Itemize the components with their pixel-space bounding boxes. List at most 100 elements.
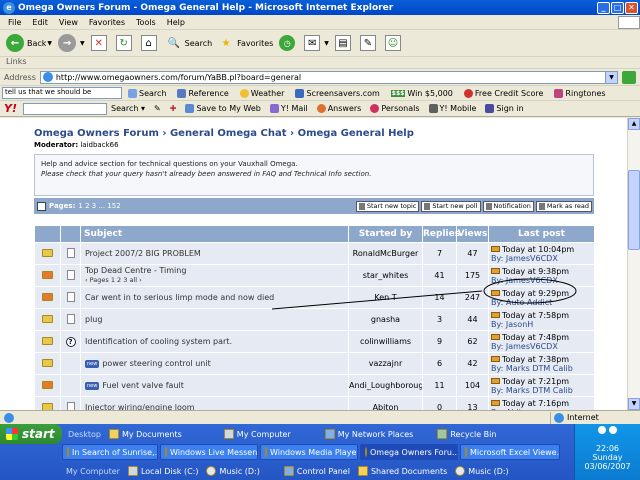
links-bar[interactable]: Links xyxy=(0,57,640,69)
weather-link[interactable]: Weather xyxy=(239,88,284,98)
last-post-icon[interactable] xyxy=(491,312,500,318)
pencil-icon[interactable]: ✎ xyxy=(154,104,161,113)
menu-tools[interactable]: Tools xyxy=(136,18,156,27)
yahoo-logo[interactable]: Y! xyxy=(4,102,17,115)
topic-starter[interactable]: colinwilliams xyxy=(348,330,423,353)
topic-starter[interactable]: Abiton xyxy=(348,396,423,410)
my-computer-shortcut[interactable]: My Computer xyxy=(220,426,295,442)
music-d-shortcut-2[interactable]: Music (D:) xyxy=(451,463,512,479)
last-post-author[interactable]: By: Marks DTM Calib xyxy=(491,386,573,395)
header-views[interactable]: Views xyxy=(456,225,489,243)
network-places-shortcut[interactable]: My Network Places xyxy=(321,426,418,442)
answers-button[interactable]: Answers xyxy=(316,104,361,113)
toolbar-search-input[interactable]: tell us that we should be xyxy=(2,87,122,99)
header-subject[interactable]: Subject xyxy=(80,225,349,243)
topic-starter[interactable]: RonaldMcBurger xyxy=(348,242,423,265)
page-links[interactable]: 1 2 3 ... 152 xyxy=(78,202,120,210)
credit-score-link[interactable]: Free Credit Score xyxy=(463,88,543,98)
topic-subject-link[interactable]: Injector wiring/engine loom xyxy=(85,403,195,410)
start-button[interactable]: start xyxy=(0,424,62,444)
last-post-icon[interactable] xyxy=(491,356,500,362)
home-button[interactable]: ⌂ xyxy=(140,35,160,51)
menu-edit[interactable]: Edit xyxy=(32,18,48,27)
close-button[interactable]: ✕ xyxy=(625,1,638,14)
last-post-author[interactable]: By: JamesV6CDX xyxy=(491,276,558,285)
header-replies[interactable]: Replies xyxy=(422,225,460,243)
my-computer-label[interactable]: My Computer xyxy=(62,463,124,479)
moderator-name[interactable]: laidback66 xyxy=(80,141,118,149)
last-post-author[interactable]: By: Auto Addict xyxy=(491,298,552,307)
tray-icon[interactable] xyxy=(609,426,617,434)
last-post-icon[interactable] xyxy=(491,268,500,274)
menu-help[interactable]: Help xyxy=(167,18,185,27)
last-post-icon[interactable] xyxy=(491,400,500,406)
menu-view[interactable]: View xyxy=(59,18,78,27)
last-post-icon[interactable] xyxy=(491,378,500,384)
scroll-up-icon[interactable]: ▲ xyxy=(628,118,640,130)
yahoo-search-input[interactable] xyxy=(22,102,107,115)
topic-starter[interactable]: vazzajnr xyxy=(348,352,423,375)
mail-button[interactable]: ✉ ▼ xyxy=(304,35,329,51)
win-money-link[interactable]: $$$ Win $5,000 xyxy=(390,89,453,98)
topic-subject-link[interactable]: plug xyxy=(85,315,102,324)
last-post-author[interactable]: By: JasonH xyxy=(491,320,533,329)
stop-button[interactable]: ✕ xyxy=(90,35,110,51)
breadcrumb[interactable]: Omega Owners Forum › General Omega Chat … xyxy=(34,128,594,139)
task-omega-forum[interactable]: Omega Owners Foru... xyxy=(360,444,458,460)
refresh-button[interactable]: ↻ xyxy=(115,35,135,51)
last-post-icon[interactable] xyxy=(491,246,500,252)
last-post-author[interactable]: By: Marks DTM Calib xyxy=(491,364,573,373)
address-input[interactable]: http://www.omegaowners.com/forum/YaBB.pl… xyxy=(39,70,618,84)
task-excel-viewer[interactable]: Microsoft Excel Viewe... xyxy=(460,444,560,460)
topic-subject-link[interactable]: Top Dead Centre - Timing xyxy=(85,266,186,275)
save-to-web-button[interactable]: Save to My Web xyxy=(185,104,261,113)
sign-in-button[interactable]: Sign in xyxy=(485,104,524,113)
print-button[interactable]: ▤ xyxy=(334,35,354,51)
go-button[interactable] xyxy=(622,70,636,84)
vertical-scrollbar[interactable]: ▲ ▼ xyxy=(627,118,640,410)
yahoo-mail-button[interactable]: Y! Mail xyxy=(269,104,308,113)
task-sunrise[interactable]: In Search of Sunrise,... xyxy=(62,444,158,460)
shared-documents-shortcut[interactable]: Shared Documents xyxy=(354,463,451,479)
task-media-player[interactable]: Windows Media Player xyxy=(260,444,358,460)
mobile-button[interactable]: Y! Mobile xyxy=(428,104,476,113)
search-button[interactable]: 🔍 Search xyxy=(166,35,212,51)
last-post-icon[interactable] xyxy=(491,334,500,340)
toolbar-search-button[interactable]: Search xyxy=(128,88,166,98)
recycle-bin-shortcut[interactable]: Recycle Bin xyxy=(433,426,500,442)
reference-link[interactable]: Reference xyxy=(177,88,229,98)
ringtones-link[interactable]: Ringtones xyxy=(554,88,606,98)
yahoo-search-button[interactable]: Search ▾ xyxy=(111,104,145,113)
mark-as-read-button[interactable]: Mark as read xyxy=(535,200,592,212)
topic-subject-link[interactable]: Fuel vent valve fault xyxy=(102,381,184,390)
clock-time[interactable]: 22:06 xyxy=(575,444,640,453)
header-started-by[interactable]: Started by xyxy=(348,225,423,243)
last-post-author[interactable]: By: JamesV6CDX xyxy=(491,342,558,351)
topic-pages[interactable]: ‹ Pages 1 2 3 all › xyxy=(85,276,142,284)
tray-icon[interactable] xyxy=(598,426,606,434)
personals-button[interactable]: Personals xyxy=(370,104,420,113)
topic-starter[interactable]: Ken T xyxy=(348,286,423,309)
messenger-button[interactable]: ☺ xyxy=(384,35,404,51)
start-new-poll-button[interactable]: Start new poll xyxy=(421,200,481,212)
address-dropdown-icon[interactable]: ▼ xyxy=(605,71,617,83)
topic-starter[interactable]: gnasha xyxy=(348,308,423,331)
start-new-topic-button[interactable]: Start new topic xyxy=(355,200,420,212)
topic-subject-link[interactable]: Identification of cooling system part. xyxy=(85,337,232,346)
topic-subject-link[interactable]: power steering control unit xyxy=(102,359,210,368)
topic-starter[interactable]: star_whites xyxy=(348,264,423,287)
control-panel-shortcut[interactable]: Control Panel xyxy=(280,463,354,479)
task-messenger[interactable]: Windows Live Messen... xyxy=(160,444,258,460)
history-button[interactable]: ◷ xyxy=(279,35,298,51)
scroll-thumb[interactable] xyxy=(628,170,640,250)
menu-file[interactable]: File xyxy=(8,18,21,27)
my-documents-shortcut[interactable]: My Documents xyxy=(105,426,186,442)
topic-starter[interactable]: Andi_Loughborough xyxy=(348,374,423,397)
minimize-button[interactable]: _ xyxy=(597,1,610,14)
topic-subject-link[interactable]: Project 2007/2 BIG PROBLEM xyxy=(85,249,201,258)
plus-icon[interactable]: ✚ xyxy=(170,104,177,113)
music-d-shortcut[interactable]: Music (D:) xyxy=(202,463,263,479)
screensavers-link[interactable]: Screensavers.com xyxy=(295,88,380,98)
notification-button[interactable]: Notification xyxy=(482,200,534,212)
last-post-author[interactable]: By: JamesV6CDX xyxy=(491,254,558,263)
